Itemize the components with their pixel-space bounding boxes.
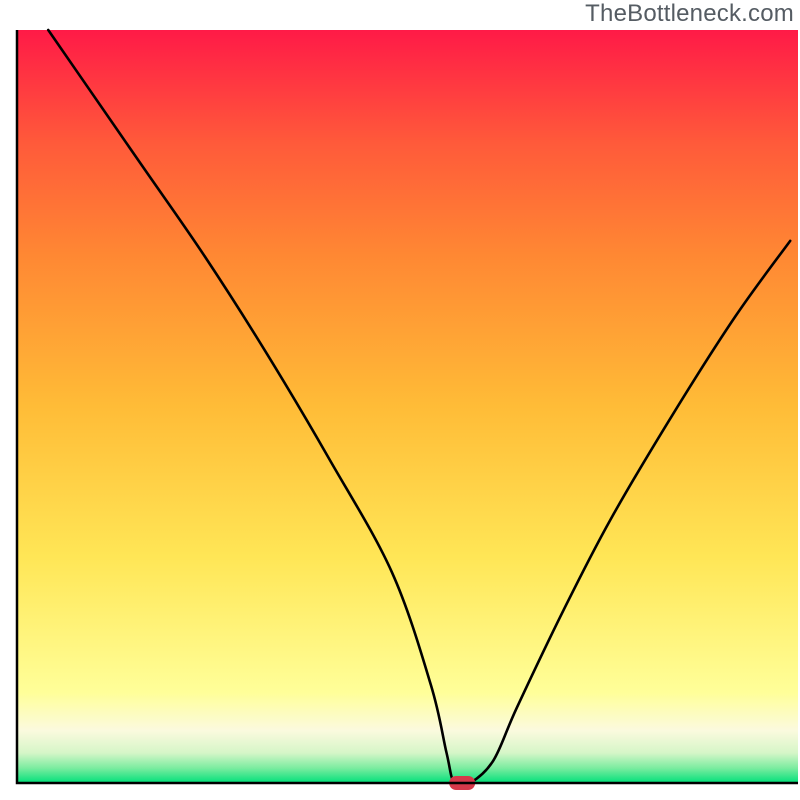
chart-canvas xyxy=(0,0,800,800)
plot-background xyxy=(17,30,798,783)
watermark-text: TheBottleneck.com xyxy=(585,0,794,28)
bottleneck-chart: TheBottleneck.com xyxy=(0,0,800,800)
